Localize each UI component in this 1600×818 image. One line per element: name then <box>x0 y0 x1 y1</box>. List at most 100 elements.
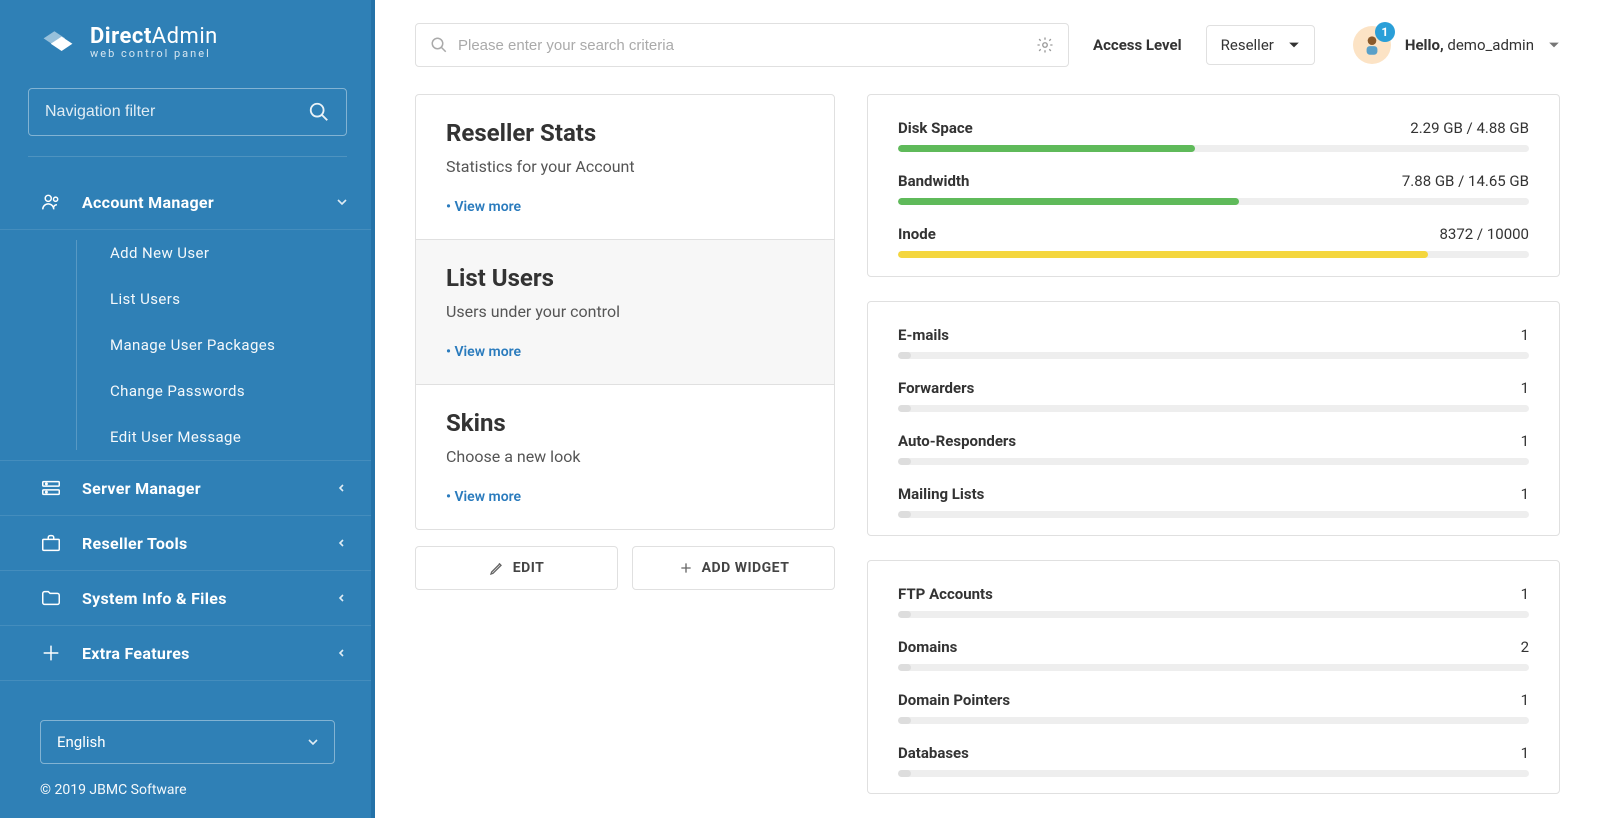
chevron-down-icon <box>308 737 318 747</box>
nav-reseller-tools[interactable]: Reseller Tools <box>0 516 375 571</box>
nav-server-manager[interactable]: Server Manager <box>0 461 375 516</box>
chevron-left-icon <box>337 538 347 548</box>
search-input[interactable] <box>415 23 1069 67</box>
progress-bar <box>898 198 1529 205</box>
nav-add-new-user[interactable]: Add New User <box>0 230 375 276</box>
add-widget-button[interactable]: ADD WIDGET <box>632 546 835 590</box>
nav-label: Extra Features <box>82 644 317 663</box>
folder-icon <box>40 587 62 609</box>
chevron-left-icon <box>337 483 347 493</box>
stat-value: 2.29 GB / 4.88 GB <box>1410 119 1529 137</box>
briefcase-icon <box>40 532 62 554</box>
stat-value: 1 <box>1521 379 1529 397</box>
avatar: 1 <box>1353 26 1391 64</box>
stat-row: Domain Pointers 1 <box>898 691 1529 724</box>
stat-name: FTP Accounts <box>898 585 993 603</box>
stat-row: Disk Space 2.29 GB / 4.88 GB <box>898 119 1529 152</box>
access-level-select[interactable]: Reseller <box>1206 25 1315 65</box>
chevron-left-icon <box>337 593 347 603</box>
stats-other-panel: FTP Accounts1 Domains2 Domain Pointers1 … <box>867 560 1560 794</box>
chevron-down-icon <box>1548 39 1560 51</box>
stat-row: Mailing Lists 1 <box>898 485 1529 518</box>
view-more-link[interactable]: View more <box>446 344 521 360</box>
nav-list-users[interactable]: List Users <box>0 276 375 322</box>
progress-bar <box>898 145 1529 152</box>
nav-extra-features[interactable]: Extra Features <box>0 626 375 681</box>
nav-system-info[interactable]: System Info & Files <box>0 571 375 626</box>
progress-bar <box>898 770 1529 777</box>
nav-label: Account Manager <box>82 193 317 212</box>
server-icon <box>40 477 62 499</box>
stat-value: 1 <box>1521 691 1529 709</box>
gear-icon[interactable] <box>1036 36 1054 54</box>
stat-row: Forwarders1 <box>898 379 1529 412</box>
chevron-down-icon <box>337 197 347 207</box>
chevron-left-icon <box>337 648 347 658</box>
view-more-link[interactable]: View more <box>446 199 521 215</box>
widget-title: List Users <box>446 264 804 292</box>
stat-name: Domain Pointers <box>898 691 1010 709</box>
pencil-icon <box>489 560 505 576</box>
progress-bar <box>898 611 1529 618</box>
access-level-value: Reseller <box>1221 36 1274 54</box>
stat-name: Bandwidth <box>898 172 969 190</box>
logo-text: DirectAdmin web control panel <box>90 24 218 60</box>
stat-value: 8372 / 10000 <box>1439 225 1529 243</box>
chevron-down-icon <box>1288 39 1300 51</box>
stat-value: 1 <box>1521 485 1529 503</box>
progress-bar <box>898 458 1529 465</box>
copyright: © 2019 JBMC Software <box>0 782 375 818</box>
widget-list-users[interactable]: List Users Users under your control View… <box>416 239 834 384</box>
stat-name: Auto-Responders <box>898 432 1016 450</box>
search-icon <box>308 101 330 123</box>
main: Access Level Reseller 1 Hello, demo_admi… <box>375 0 1600 818</box>
topbar: Access Level Reseller 1 Hello, demo_admi… <box>375 0 1600 70</box>
logo[interactable]: DirectAdmin web control panel <box>0 0 375 88</box>
nav-edit-user-message[interactable]: Edit User Message <box>0 414 375 460</box>
nav-change-passwords[interactable]: Change Passwords <box>0 368 375 414</box>
nav: Account Manager Add New User List Users … <box>0 175 375 702</box>
progress-bar <box>898 251 1529 258</box>
stat-name: E-mails <box>898 326 949 344</box>
widget-reseller-stats[interactable]: Reseller Stats Statistics for your Accou… <box>416 95 834 239</box>
widget-desc: Choose a new look <box>446 447 804 466</box>
view-more-link[interactable]: View more <box>446 489 521 505</box>
edit-button[interactable]: EDIT <box>415 546 618 590</box>
nav-account-manager[interactable]: Account Manager <box>0 175 375 230</box>
nav-label: System Info & Files <box>82 589 317 608</box>
stat-value: 7.88 GB / 14.65 GB <box>1402 172 1529 190</box>
plus-icon <box>40 642 62 664</box>
stat-name: Databases <box>898 744 969 762</box>
stat-value: 1 <box>1521 326 1529 344</box>
stat-row: Databases1 <box>898 744 1529 777</box>
progress-bar <box>898 405 1529 412</box>
greeting: Hello, demo_admin <box>1405 36 1534 54</box>
users-icon <box>40 191 62 213</box>
stats-primary-panel: Disk Space 2.29 GB / 4.88 GB Bandwidth 7.8… <box>867 94 1560 277</box>
stat-value: 2 <box>1521 638 1529 656</box>
widget-skins[interactable]: Skins Choose a new look View more <box>416 384 834 529</box>
stat-name: Disk Space <box>898 119 973 137</box>
nav-filter-input[interactable] <box>28 88 347 136</box>
stat-row: Bandwidth 7.88 GB / 14.65 GB <box>898 172 1529 205</box>
stat-row: Inode8372 / 10000 <box>898 225 1529 258</box>
progress-bar <box>898 664 1529 671</box>
stat-name: Domains <box>898 638 957 656</box>
stat-row: Domains 2 <box>898 638 1529 671</box>
nav-account-sub: Add New User List Users Manage User Pack… <box>0 230 375 461</box>
stat-value: 1 <box>1521 585 1529 603</box>
nav-label: Reseller Tools <box>82 534 317 553</box>
widget-desc: Statistics for your Account <box>446 157 804 176</box>
progress-bar <box>898 717 1529 724</box>
search-icon <box>430 36 448 54</box>
widget-desc: Users under your control <box>446 302 804 321</box>
language-label: English <box>57 733 308 751</box>
progress-bar <box>898 511 1529 518</box>
language-select[interactable]: English <box>40 720 335 764</box>
stat-value: 1 <box>1521 432 1529 450</box>
stats-mail-panel: E-mails 1 Forwarders1 Auto-Responders 1 Ma… <box>867 301 1560 535</box>
nav-manage-packages[interactable]: Manage User Packages <box>0 322 375 368</box>
stat-name: Mailing Lists <box>898 485 984 503</box>
user-menu[interactable]: 1 Hello, demo_admin <box>1353 26 1560 64</box>
nav-label: Server Manager <box>82 479 317 498</box>
